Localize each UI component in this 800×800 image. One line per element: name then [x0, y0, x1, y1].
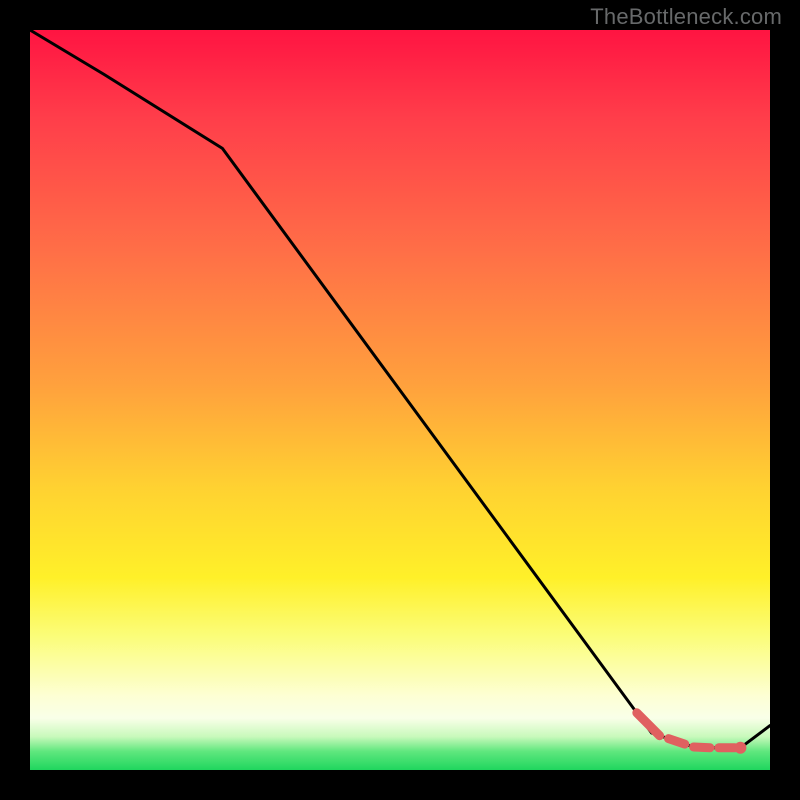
chart-svg [30, 30, 770, 770]
optimal-point-dot [734, 742, 746, 754]
bottleneck-curve [30, 30, 770, 748]
optimal-range-marker [637, 713, 735, 748]
plot-area [30, 30, 770, 770]
watermark-text: TheBottleneck.com [590, 4, 782, 30]
optimal-point-marker [734, 742, 746, 754]
chart-frame: TheBottleneck.com [0, 0, 800, 800]
series-path [30, 30, 770, 748]
